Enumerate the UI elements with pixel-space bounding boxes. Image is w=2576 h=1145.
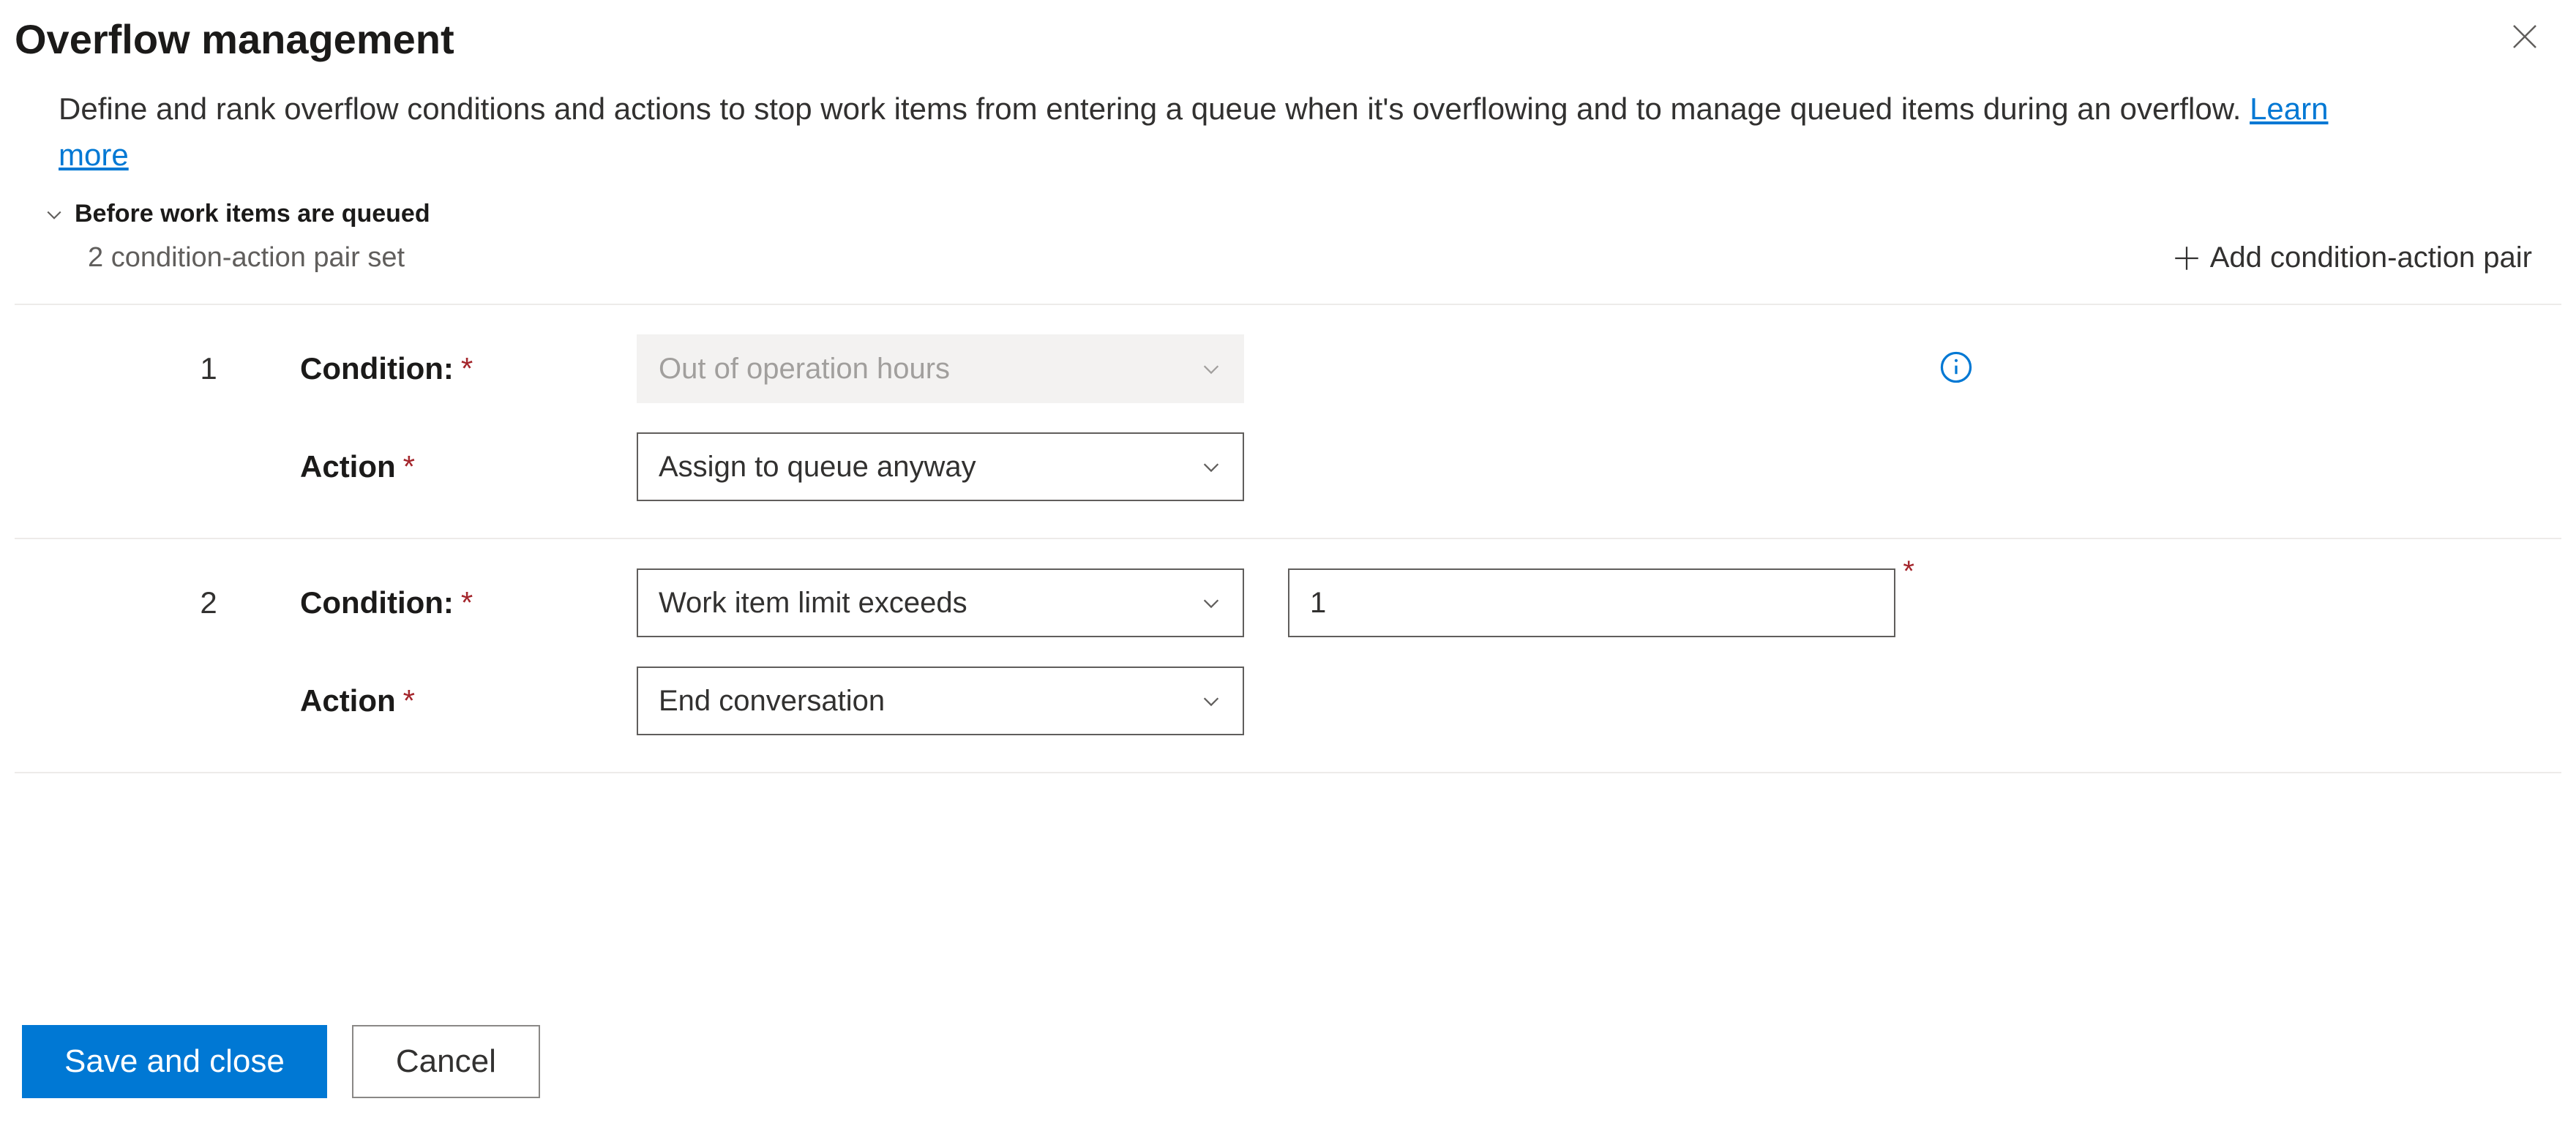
condition-label: Condition:*	[300, 351, 593, 386]
section-header[interactable]: Before work items are queued	[44, 200, 2561, 228]
action-label: Action*	[300, 449, 593, 484]
section-subtitle: 2 condition-action pair set	[88, 242, 405, 274]
page-title: Overflow management	[15, 15, 454, 64]
action-dropdown[interactable]: Assign to queue anyway	[637, 432, 1244, 501]
section-title: Before work items are queued	[75, 200, 430, 228]
page-description: Define and rank overflow conditions and …	[59, 86, 2400, 178]
chevron-down-icon	[1200, 690, 1222, 712]
limit-value-input[interactable]	[1288, 568, 1895, 637]
close-icon	[2510, 22, 2539, 51]
condition-action-pair: 1 Condition:* Out of operation hours	[15, 305, 2561, 432]
close-button[interactable]	[2510, 15, 2561, 56]
condition-dropdown: Out of operation hours	[637, 334, 1244, 403]
save-and-close-button[interactable]: Save and close	[22, 1025, 327, 1098]
condition-label: Condition:*	[300, 585, 593, 620]
condition-value: Out of operation hours	[659, 353, 950, 386]
condition-value: Work item limit exceeds	[659, 587, 967, 620]
add-pair-label: Add condition-action pair	[2210, 241, 2532, 274]
action-label: Action*	[300, 683, 593, 718]
condition-dropdown[interactable]: Work item limit exceeds	[637, 568, 1244, 637]
action-value: End conversation	[659, 685, 885, 718]
pair-index: 2	[15, 585, 256, 620]
condition-action-pair: 2 Condition:* Work item limit exceeds *	[15, 539, 2561, 667]
footer-actions: Save and close Cancel	[22, 1025, 540, 1098]
divider	[15, 772, 2561, 773]
chevron-down-icon	[1200, 592, 1222, 614]
action-row: Action* Assign to queue anyway	[15, 432, 2561, 538]
chevron-down-icon	[1200, 456, 1222, 478]
action-row: Action* End conversation	[15, 667, 2561, 772]
chevron-down-icon	[44, 204, 64, 225]
action-dropdown[interactable]: End conversation	[637, 667, 1244, 735]
plus-icon	[2174, 245, 2200, 271]
info-icon[interactable]	[1939, 350, 1973, 384]
chevron-down-icon	[1200, 358, 1222, 380]
pair-index: 1	[15, 351, 256, 386]
action-value: Assign to queue anyway	[659, 451, 976, 484]
cancel-button[interactable]: Cancel	[352, 1025, 540, 1098]
required-indicator: *	[1903, 555, 1914, 588]
add-condition-action-pair-button[interactable]: Add condition-action pair	[2174, 241, 2532, 274]
